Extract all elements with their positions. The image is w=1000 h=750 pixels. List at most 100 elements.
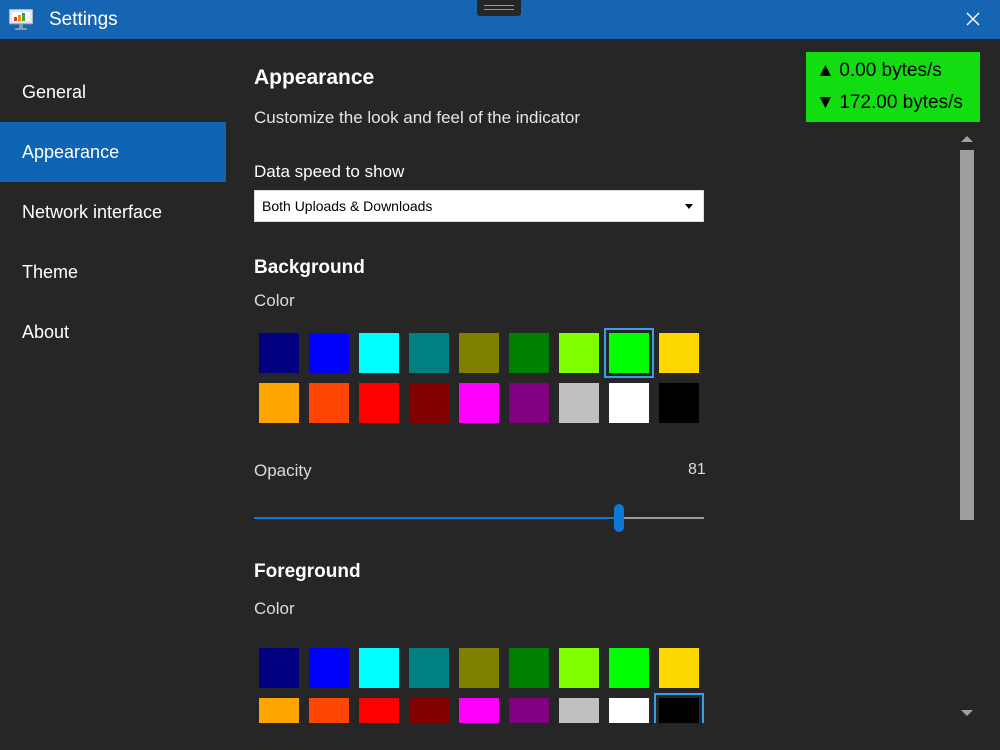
color-swatch-fill [659,333,699,373]
color-swatch-fill [609,383,649,423]
color-swatch-fill [559,383,599,423]
drag-grip[interactable] [477,0,521,16]
scroll-up-icon[interactable] [961,136,973,142]
sidebar-item-label: Theme [22,262,79,282]
color-swatch-fill [359,383,399,423]
color-swatch[interactable] [604,693,654,723]
upload-speed: 0.00 bytes/s [839,60,942,81]
color-swatch[interactable] [254,693,304,723]
color-swatch[interactable] [554,328,604,378]
download-arrow-icon: ▼ [816,92,835,113]
color-swatch-fill [359,698,399,723]
color-swatch[interactable] [554,693,604,723]
color-swatch[interactable] [454,643,504,693]
color-swatch[interactable] [354,378,404,428]
color-swatch-fill [459,333,499,373]
color-swatch-fill [259,383,299,423]
color-swatch-fill [509,333,549,373]
color-swatch[interactable] [254,328,304,378]
sidebar-item-label: General [22,82,87,102]
app-icon [9,9,33,30]
color-swatch[interactable] [554,378,604,428]
color-swatch[interactable] [504,328,554,378]
color-swatch[interactable] [504,643,554,693]
color-swatch[interactable] [604,328,654,378]
color-swatch[interactable] [354,328,404,378]
color-swatch-fill [409,333,449,373]
data-speed-value: Both Uploads & Downloads [262,198,433,214]
color-swatch[interactable] [454,328,504,378]
sidebar-item-label: Appearance [22,142,120,162]
color-swatch[interactable] [504,693,554,723]
color-swatch[interactable] [554,643,604,693]
color-swatch-fill [659,383,699,423]
sidebar-item-network-interface[interactable]: Network interface [0,182,226,242]
data-speed-label: Data speed to show [254,162,405,181]
color-swatch[interactable] [454,378,504,428]
color-swatch[interactable] [504,378,554,428]
color-swatch-fill [309,333,349,373]
page-subtitle: Customize the look and feel of the indic… [254,108,581,127]
data-speed-select[interactable]: Both Uploads & Downloads [254,190,704,222]
upload-speed-row: ▲ 0.00 bytes/s [816,58,980,90]
sidebar-item-label: About [22,322,70,342]
color-swatch[interactable] [304,643,354,693]
color-swatch-fill [659,648,699,688]
color-swatch-fill [309,698,349,723]
download-speed: 172.00 bytes/s [839,92,963,113]
color-swatch-fill [609,648,649,688]
foreground-color-palette [254,643,714,723]
background-color-label: Color [254,291,295,310]
color-swatch-fill [259,333,299,373]
slider-thumb[interactable] [613,504,624,532]
opacity-slider[interactable] [254,504,704,532]
sidebar-item-about[interactable]: About [0,302,226,362]
color-swatch-fill [359,333,399,373]
color-swatch[interactable] [304,328,354,378]
color-swatch[interactable] [404,643,454,693]
sidebar: General Appearance Network interface The… [0,62,226,362]
color-swatch-fill [459,698,499,723]
color-swatch[interactable] [604,378,654,428]
color-swatch[interactable] [654,693,704,723]
color-swatch-fill [409,648,449,688]
color-swatch[interactable] [404,328,454,378]
scrollbar[interactable] [959,132,975,724]
sidebar-item-theme[interactable]: Theme [0,242,226,302]
color-swatch[interactable] [254,378,304,428]
color-swatch-fill [509,648,549,688]
color-swatch[interactable] [254,643,304,693]
color-swatch-fill [409,383,449,423]
color-swatch[interactable] [304,693,354,723]
color-swatch-fill [509,698,549,723]
sidebar-item-appearance[interactable]: Appearance [0,122,226,182]
sidebar-item-general[interactable]: General [0,62,226,122]
color-swatch[interactable] [404,693,454,723]
color-swatch[interactable] [654,378,704,428]
close-button[interactable] [962,8,984,30]
background-heading: Background [254,257,365,278]
color-swatch[interactable] [604,643,654,693]
color-swatch[interactable] [654,643,704,693]
color-swatch[interactable] [654,328,704,378]
upload-arrow-icon: ▲ [816,60,835,81]
color-swatch[interactable] [354,693,404,723]
color-swatch-fill [459,648,499,688]
color-swatch-fill [259,698,299,723]
foreground-color-label: Color [254,599,295,618]
opacity-value: 81 [688,461,706,478]
foreground-heading: Foreground [254,561,361,582]
scroll-down-icon[interactable] [961,710,973,716]
color-swatch[interactable] [354,643,404,693]
color-swatch-fill [559,333,599,373]
color-swatch[interactable] [404,378,454,428]
color-swatch-fill [509,383,549,423]
scrollbar-thumb[interactable] [960,150,974,520]
download-speed-row: ▼ 172.00 bytes/s [816,90,980,122]
slider-fill [254,517,619,519]
color-swatch[interactable] [304,378,354,428]
window-title: Settings [49,9,118,30]
color-swatch-fill [309,648,349,688]
color-swatch[interactable] [454,693,504,723]
color-swatch-fill [559,648,599,688]
